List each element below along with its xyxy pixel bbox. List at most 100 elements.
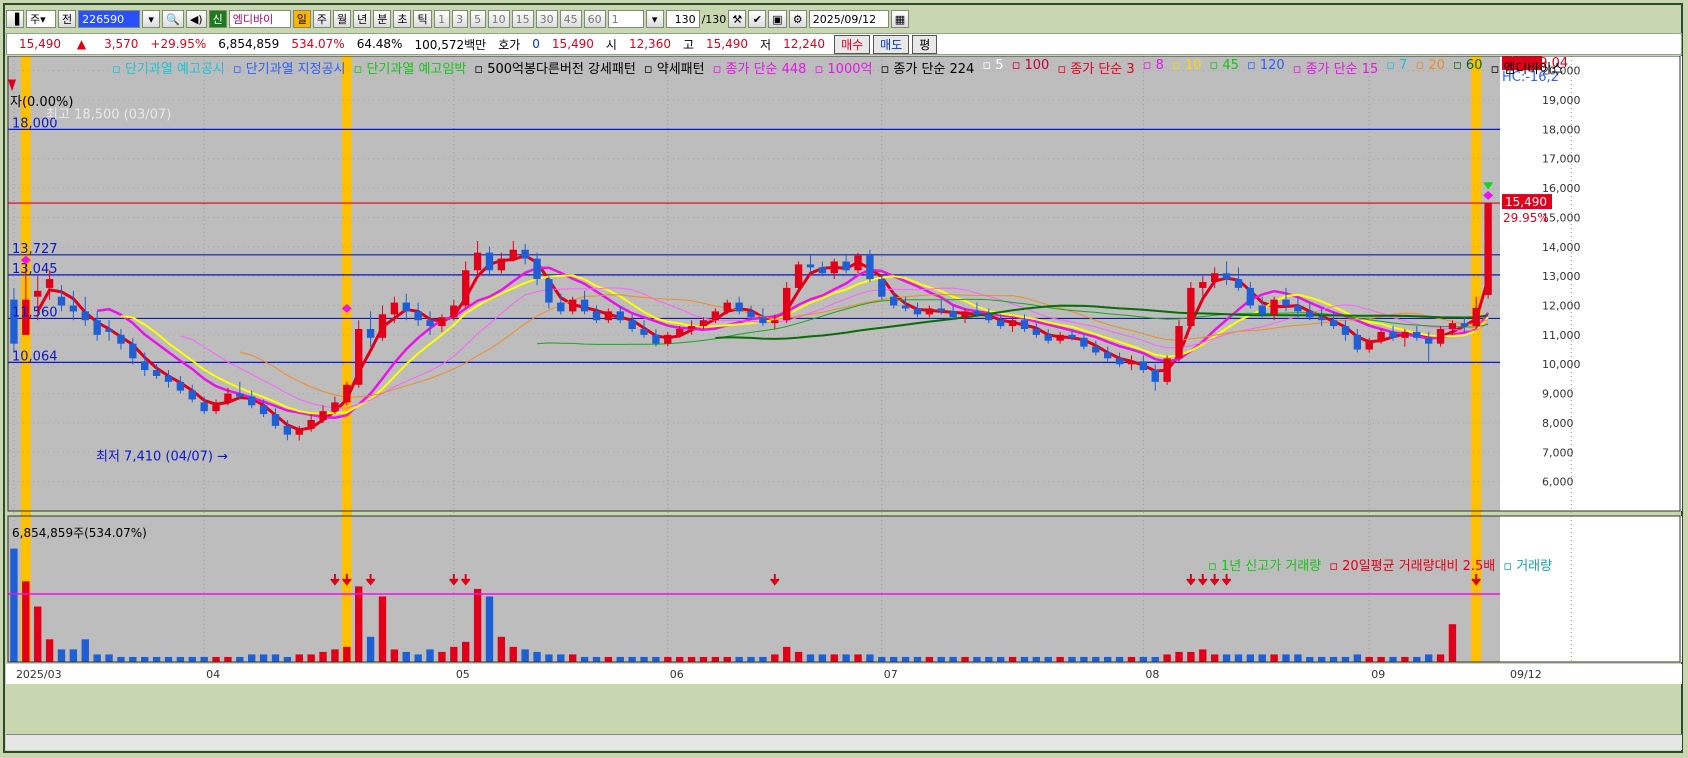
candle-body-82	[985, 314, 993, 321]
volume-bar-69	[830, 654, 838, 662]
volume-bar-30	[366, 636, 375, 662]
volume-bar-96	[1151, 656, 1159, 662]
interval-1[interactable]: 1	[433, 10, 450, 28]
volume-bar-59	[711, 656, 720, 662]
candle-body-83	[996, 320, 1005, 327]
sound-icon[interactable]: ◀)	[185, 10, 207, 28]
volume-bar-36	[438, 651, 446, 662]
volume-bar-18	[224, 656, 232, 662]
tab-day[interactable]: 일	[292, 10, 311, 28]
volume-bar-109	[1306, 656, 1314, 662]
sell-button[interactable]: 매도	[873, 34, 910, 54]
interval-30[interactable]: 30	[535, 10, 558, 28]
open-label: 시	[605, 37, 617, 52]
interval-3[interactable]: 3	[451, 10, 468, 28]
volume-bar-116	[1389, 656, 1397, 662]
interval-dropdown-icon[interactable]: ▾	[645, 10, 664, 28]
candle-body-121	[1448, 323, 1457, 329]
candle-body-75	[901, 305, 910, 309]
price-chart[interactable]: 6,000 7,000 8,000 9,000 10,000 11,000 12,000 13…	[6, 46, 1682, 734]
volume-bar-61	[735, 656, 743, 662]
candle-body-93	[1115, 358, 1124, 365]
candle-body-80	[961, 311, 969, 318]
search-icon[interactable]: 🔍	[162, 10, 184, 28]
stock-name-field[interactable]: 엠디바이	[228, 10, 291, 28]
prev-button[interactable]: 전	[58, 10, 77, 28]
chart-tool-icon[interactable]: ⚒	[728, 10, 747, 28]
volume-bar-40	[485, 596, 494, 662]
tab-week[interactable]: 주	[312, 10, 331, 28]
tab-month[interactable]: 월	[332, 10, 352, 28]
interval-5[interactable]: 5	[469, 10, 486, 28]
volume-value: 6,854,859	[218, 37, 280, 51]
highlight-bar-1	[341, 56, 352, 662]
volume-bar-66	[794, 651, 803, 662]
candle-body-81	[973, 311, 981, 315]
code-dropdown-icon[interactable]: ▾	[142, 10, 161, 28]
candle-body-94	[1127, 361, 1136, 365]
settings-icon[interactable]: ⚙	[788, 10, 807, 28]
candle-body-51	[616, 311, 624, 321]
interval-45[interactable]: 45	[559, 10, 582, 28]
candle-body-116	[1389, 331, 1397, 338]
candle-body-8	[105, 329, 113, 332]
volume-bar-100	[1199, 649, 1207, 662]
volume-bar-108	[1294, 654, 1302, 662]
date-input[interactable]: 2025/09/12	[808, 10, 889, 28]
legend-item-10: ▫ 종가 단순 3	[1057, 62, 1135, 77]
volume-bar-52	[628, 656, 636, 662]
candle-body-110	[1317, 317, 1326, 321]
volume-bar-111	[1329, 656, 1338, 662]
candle-body-37	[450, 305, 458, 318]
volume-bar-23	[283, 656, 292, 662]
volume-bar-38	[462, 641, 470, 662]
volume-bar-93	[1115, 656, 1124, 662]
tab-tick[interactable]: 틱	[413, 10, 432, 28]
scroll-bar[interactable]	[6, 734, 1682, 750]
indicator-legend: ▫ 단기과열 예고공시 ▫ 단기과열 지정공시 ▫ 단기과열 예고임박 ▫ 500억봉…	[112, 58, 1563, 77]
volume-bar-97	[1163, 654, 1171, 662]
candle-body-62	[747, 311, 755, 318]
period-select[interactable]: 주 ▾	[26, 10, 56, 28]
stock-code-input[interactable]: 226590	[78, 10, 141, 28]
buy-button[interactable]: 매수	[834, 34, 871, 54]
interval-60[interactable]: 60	[583, 10, 606, 28]
candle-body-63	[759, 317, 767, 324]
interval-15[interactable]: 15	[511, 10, 534, 28]
chart-menu-icon[interactable]: ▐	[6, 10, 24, 28]
candle-body-28	[343, 384, 351, 403]
open-price: 12,360	[628, 37, 671, 51]
candle-body-9	[117, 334, 125, 344]
volume-bar-62	[747, 656, 755, 662]
candle-body-29	[355, 329, 363, 385]
check-tool-icon[interactable]: ✔	[748, 10, 767, 28]
high-note: 최고 18,500 (03/07)	[46, 108, 171, 123]
avg-button[interactable]: 평	[912, 34, 938, 54]
volume-bar-74	[890, 656, 898, 662]
volume-bar-33	[402, 651, 410, 662]
volume-bar-95	[1139, 656, 1148, 662]
candle-body-79	[949, 311, 957, 318]
count-input[interactable]: 130	[665, 10, 700, 28]
tab-minute[interactable]: 분	[373, 10, 392, 28]
candle-body-70	[842, 261, 850, 271]
hoga-label: 호가	[498, 37, 521, 52]
candle-body-4	[57, 296, 66, 306]
candle-body-96	[1151, 370, 1159, 382]
candle-body-118	[1413, 331, 1421, 338]
candle-body-72	[866, 255, 874, 280]
legend-item-8: ▫ 5	[982, 58, 1004, 73]
save-icon[interactable]: ▣	[768, 10, 787, 28]
legend-item-5: ▫ 종가 단순 448	[712, 62, 807, 77]
tab-second[interactable]: 초	[393, 10, 412, 28]
volume-bar-27	[331, 649, 339, 662]
tab-year[interactable]: 년	[353, 10, 372, 28]
y-tick-2: 8,000	[1542, 417, 1574, 430]
candle-body-6	[81, 311, 89, 321]
interval-input[interactable]: 1	[607, 10, 644, 28]
legend-item-0: ▫ 단기과열 예고공시	[112, 62, 225, 77]
candle-body-27	[331, 402, 339, 412]
volume-bar-119	[1424, 654, 1433, 662]
interval-10[interactable]: 10	[487, 10, 510, 28]
calendar-icon[interactable]: ▦	[890, 10, 910, 28]
